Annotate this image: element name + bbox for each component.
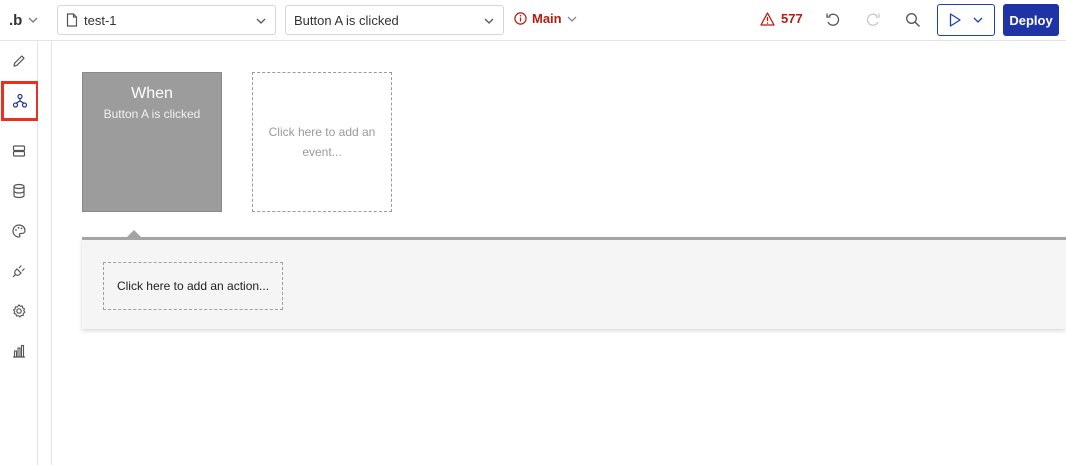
sidebar-item-workflow[interactable] [1,81,39,121]
sidebar-item-settings[interactable] [0,291,38,331]
redo-button[interactable] [864,11,882,29]
page-icon [66,13,78,27]
workflow-icon [12,93,28,108]
chevron-down-icon [28,17,38,23]
search-icon [906,13,920,27]
app-logo: .b [9,11,23,29]
add-event-placeholder[interactable]: Click here to add an event... [252,72,392,212]
undo-button[interactable] [824,11,842,29]
deploy-button[interactable]: Deploy [1003,4,1059,36]
workflow-canvas: When Button A is clicked Click here to a… [53,42,1066,465]
undo-icon [826,13,840,26]
event-card[interactable]: When Button A is clicked [82,72,222,212]
sidebar-gutter [38,41,52,465]
sidebar-item-data[interactable] [0,131,38,171]
top-bar: .b test-1 Button A is clicked Main 577 D… [0,0,1066,41]
action-panel: Click here to add an action... [82,237,1066,329]
data-rows-icon [12,145,26,157]
redo-icon [866,13,880,26]
chevron-down-icon [256,18,266,24]
play-icon [950,13,961,27]
warning-triangle-icon [760,11,775,26]
info-circle-icon [514,12,527,25]
sidebar-item-design[interactable] [0,41,38,81]
sidebar-item-database[interactable] [0,171,38,211]
pencil-icon [13,55,25,67]
chevron-down-icon [973,17,983,23]
search-button[interactable] [904,11,922,29]
issues-indicator[interactable]: 577 [760,11,803,26]
event-select-value: Button A is clicked [294,12,399,28]
event-select[interactable]: Button A is clicked [285,5,504,35]
page-select[interactable]: test-1 [57,5,276,35]
page-select-value: test-1 [84,12,117,28]
preview-button[interactable] [937,4,995,36]
sidebar-item-plugins[interactable] [0,251,38,291]
sidebar-item-logs[interactable] [0,331,38,371]
sidebar [0,41,39,465]
gear-icon [12,304,26,318]
branch-select[interactable]: Main [514,11,577,26]
bar-chart-icon [13,344,25,358]
issues-count: 577 [781,11,803,26]
add-action-placeholder[interactable]: Click here to add an action... [103,262,283,310]
branch-label: Main [532,11,562,26]
palette-icon [12,224,26,238]
sidebar-item-styles[interactable] [0,211,38,251]
chevron-down-icon [567,16,577,22]
event-card-subtitle: Button A is clicked [103,107,201,121]
chevron-down-icon [484,18,494,24]
app-logo-menu[interactable]: .b [9,10,45,30]
plug-icon [12,265,25,278]
database-icon [13,183,25,199]
event-card-title: When [131,85,173,102]
